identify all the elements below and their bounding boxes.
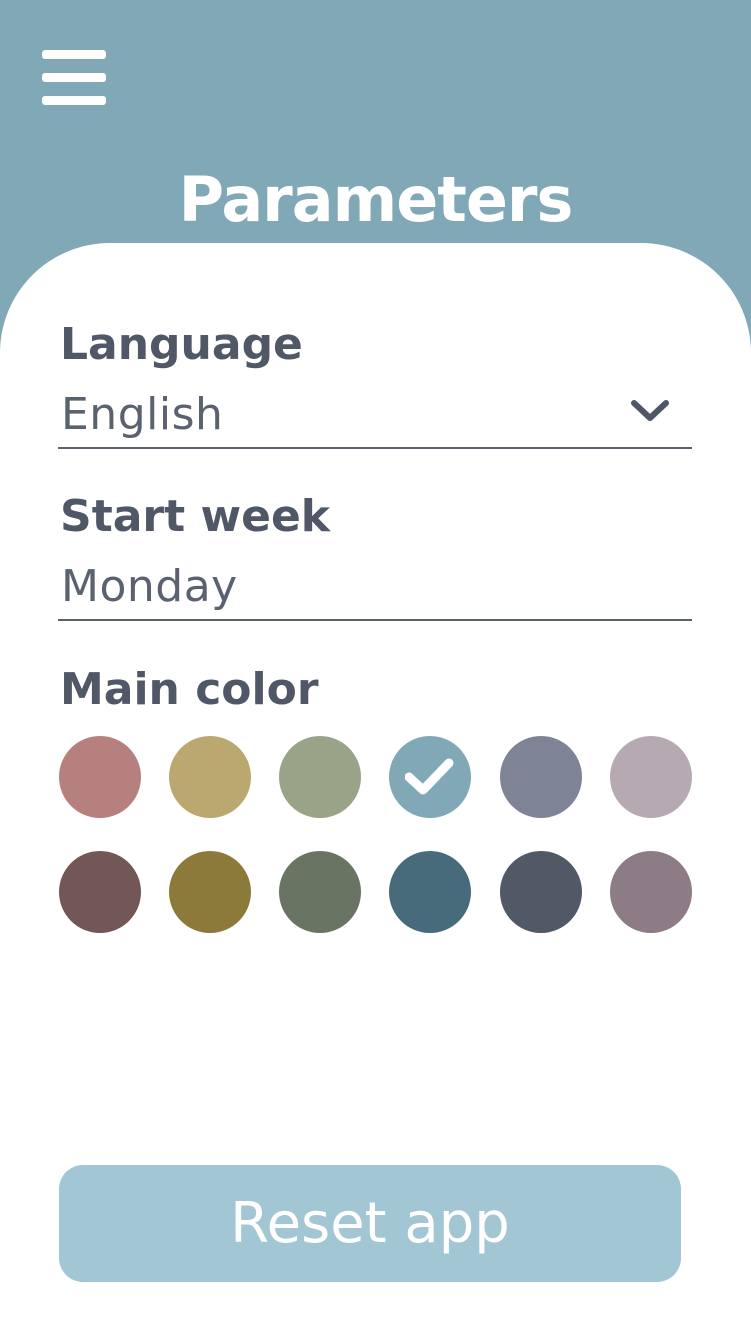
color-swatch-selected[interactable] [389, 736, 471, 818]
reset-app-button[interactable]: Reset app [59, 1165, 681, 1282]
menu-button[interactable] [42, 50, 106, 106]
color-swatch[interactable] [610, 736, 692, 818]
start-week-label: Start week [60, 491, 331, 542]
chevron-down-icon [631, 400, 669, 421]
start-week-value: Monday [61, 561, 238, 612]
color-swatch[interactable] [500, 851, 582, 933]
color-swatch[interactable] [169, 851, 251, 933]
hamburger-menu-icon-bar [42, 96, 106, 105]
color-swatch[interactable] [59, 736, 141, 818]
hamburger-menu-icon [42, 50, 106, 59]
hamburger-menu-icon-bar [42, 73, 106, 82]
language-select[interactable]: English [58, 387, 692, 449]
color-swatch[interactable] [500, 736, 582, 818]
language-value: English [61, 389, 224, 440]
color-swatch[interactable] [389, 851, 471, 933]
color-swatch[interactable] [279, 851, 361, 933]
settings-card: Language English Start week Monday Main … [0, 243, 751, 1334]
page-title: Parameters [178, 163, 574, 236]
start-week-select[interactable]: Monday [58, 559, 692, 621]
color-swatch[interactable] [610, 851, 692, 933]
main-color-label: Main color [60, 664, 319, 715]
checkmark-icon [405, 758, 454, 795]
color-swatch[interactable] [279, 736, 361, 818]
color-swatch[interactable] [59, 851, 141, 933]
language-label: Language [60, 319, 303, 370]
color-swatch[interactable] [169, 736, 251, 818]
